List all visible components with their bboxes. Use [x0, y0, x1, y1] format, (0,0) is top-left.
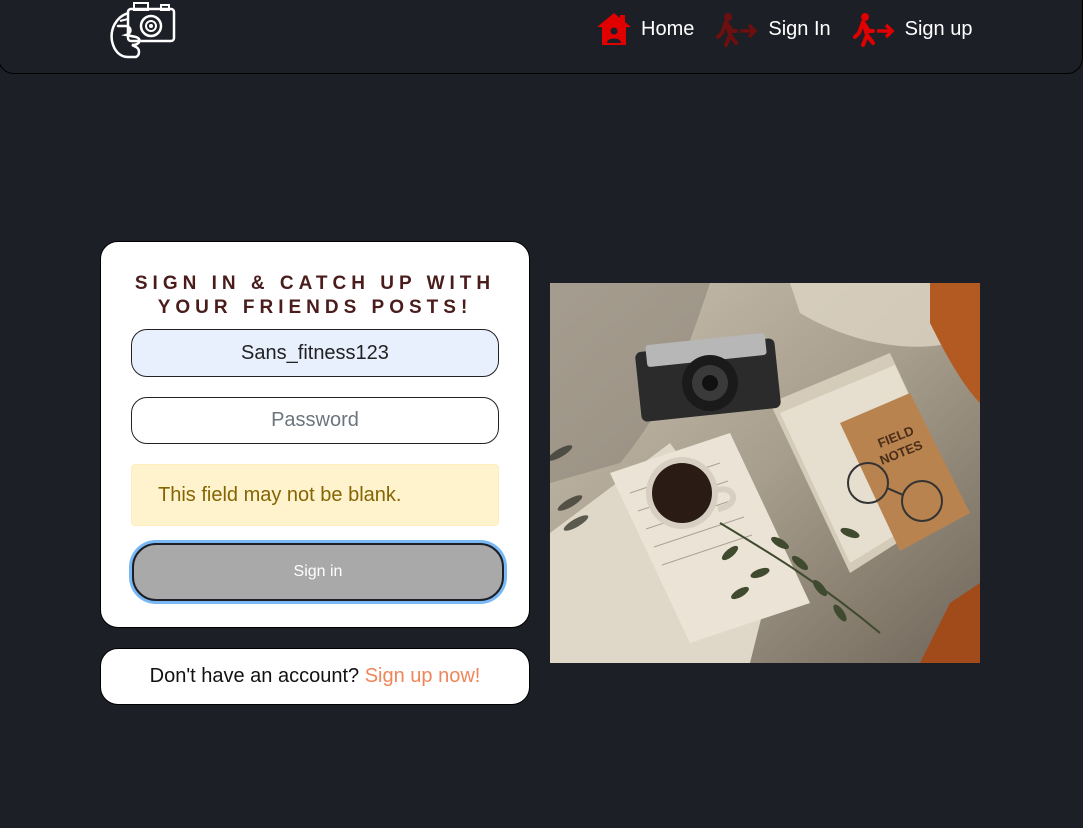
nav-signin-label: Sign In: [768, 17, 831, 40]
password-input[interactable]: [131, 397, 499, 444]
signup-prompt-text: Don't have an account?: [149, 665, 360, 687]
signin-button[interactable]: Sign in: [132, 543, 504, 601]
signup-now-link[interactable]: Sign up now!: [365, 665, 481, 687]
nav-home-label: Home: [641, 17, 695, 40]
username-input[interactable]: [131, 329, 499, 377]
camera-logo-icon[interactable]: [106, 0, 178, 61]
navbar: Home Sign In Sign up: [0, 0, 1083, 74]
sign-in-icon: [716, 13, 758, 47]
hero-image: FIELD NOTES: [550, 283, 980, 663]
signin-heading: Sign in & catch up with your friends pos…: [134, 273, 496, 318]
signin-form-card: Sign in & catch up with your friends pos…: [100, 241, 530, 628]
home-icon: [597, 13, 631, 45]
nav-signin-link[interactable]: Sign In: [716, 11, 831, 47]
nav-signup-label: Sign up: [904, 17, 973, 40]
signup-prompt-card: Don't have an account? Sign up now!: [100, 648, 530, 705]
nav-links: Home Sign In Sign up: [595, 11, 994, 47]
sign-up-icon: [852, 13, 895, 47]
field-error-alert: This field may not be blank.: [131, 464, 499, 526]
nav-signup-link[interactable]: Sign up: [852, 11, 973, 47]
nav-home-link[interactable]: Home: [595, 11, 694, 47]
